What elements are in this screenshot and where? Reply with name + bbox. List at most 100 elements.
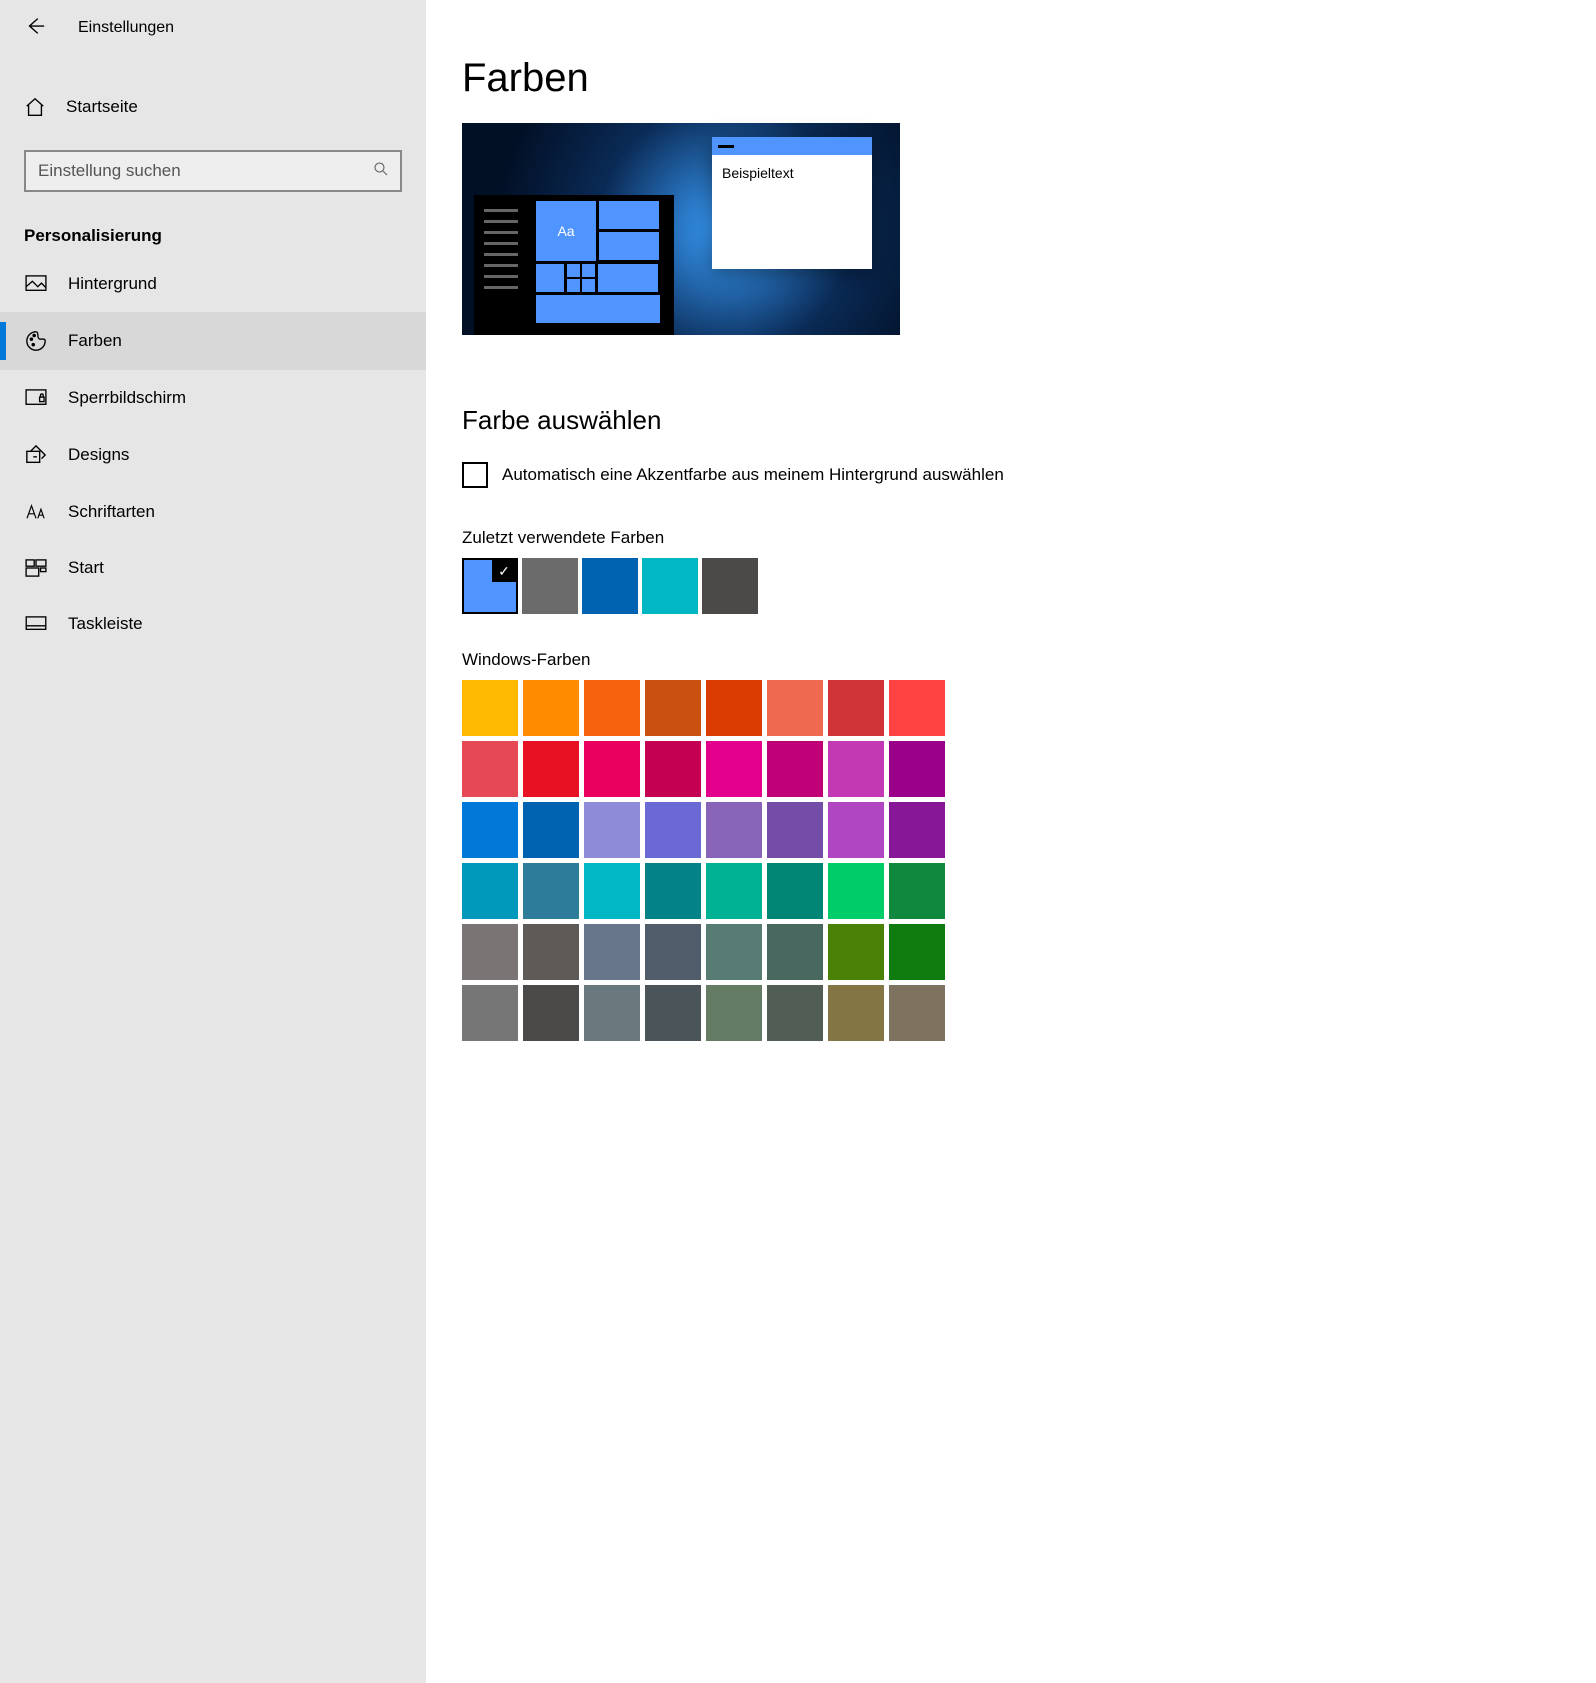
preview-start-menu: Aa xyxy=(474,195,674,335)
check-icon: ✓ xyxy=(492,560,516,582)
color-swatch[interactable] xyxy=(584,863,640,919)
theme-preview: Aa Beispieltext xyxy=(462,123,900,335)
home-label: Startseite xyxy=(66,97,138,117)
auto-accent-checkbox[interactable] xyxy=(462,462,488,488)
color-swatch[interactable] xyxy=(523,680,579,736)
color-swatch[interactable] xyxy=(889,863,945,919)
windows-colors-label: Windows-Farben xyxy=(462,650,1560,670)
color-swatch[interactable] xyxy=(767,741,823,797)
main-content: Farben Aa xyxy=(426,0,1596,1683)
auto-accent-label: Automatisch eine Akzentfarbe aus meinem … xyxy=(502,465,1004,485)
color-swatch[interactable] xyxy=(462,985,518,1041)
color-swatch[interactable] xyxy=(767,924,823,980)
color-swatch[interactable] xyxy=(706,680,762,736)
color-swatch[interactable] xyxy=(828,863,884,919)
color-swatch[interactable] xyxy=(462,863,518,919)
taskbar-icon xyxy=(24,616,48,632)
preview-sample-text: Beispieltext xyxy=(712,155,872,191)
color-swatch[interactable] xyxy=(645,802,701,858)
sidebar-item-colors[interactable]: Farben xyxy=(0,312,426,370)
recent-color-swatch[interactable] xyxy=(642,558,698,614)
recent-colors-row: ✓ xyxy=(462,558,1560,614)
color-swatch[interactable] xyxy=(706,863,762,919)
color-swatch[interactable] xyxy=(828,924,884,980)
color-swatch[interactable] xyxy=(767,863,823,919)
back-button[interactable] xyxy=(24,15,46,41)
color-swatch[interactable] xyxy=(767,985,823,1041)
auto-accent-row[interactable]: Automatisch eine Akzentfarbe aus meinem … xyxy=(462,462,1560,488)
color-swatch[interactable] xyxy=(584,985,640,1041)
color-swatch[interactable] xyxy=(706,924,762,980)
background-icon xyxy=(24,275,48,293)
color-swatch[interactable] xyxy=(645,985,701,1041)
color-swatch[interactable] xyxy=(523,985,579,1041)
sidebar-item-taskbar[interactable]: Taskleiste xyxy=(0,596,426,652)
color-swatch[interactable] xyxy=(828,802,884,858)
home-icon xyxy=(24,96,48,118)
sidebar-item-label: Taskleiste xyxy=(68,614,143,634)
color-swatch[interactable] xyxy=(645,741,701,797)
sidebar-item-fonts[interactable]: Schriftarten xyxy=(0,484,426,540)
recent-color-swatch[interactable] xyxy=(582,558,638,614)
recent-color-swatch[interactable]: ✓ xyxy=(462,558,518,614)
fonts-icon xyxy=(24,503,48,521)
nav-list: Hintergrund Farben Sperrbildschirm Designs S… xyxy=(0,256,426,652)
color-swatch[interactable] xyxy=(706,741,762,797)
color-swatch[interactable] xyxy=(462,680,518,736)
sidebar-item-background[interactable]: Hintergrund xyxy=(0,256,426,312)
sidebar-item-lockscreen[interactable]: Sperrbildschirm xyxy=(0,370,426,426)
recent-color-swatch[interactable] xyxy=(702,558,758,614)
color-swatch[interactable] xyxy=(828,741,884,797)
color-swatch[interactable] xyxy=(706,985,762,1041)
color-swatch[interactable] xyxy=(889,985,945,1041)
color-swatch[interactable] xyxy=(889,741,945,797)
color-swatch[interactable] xyxy=(767,680,823,736)
color-swatch[interactable] xyxy=(645,863,701,919)
start-icon xyxy=(24,559,48,577)
color-swatch[interactable] xyxy=(889,680,945,736)
sidebar-item-label: Sperrbildschirm xyxy=(68,388,186,408)
color-swatch[interactable] xyxy=(828,985,884,1041)
color-swatch[interactable] xyxy=(462,802,518,858)
color-swatch[interactable] xyxy=(767,802,823,858)
recent-color-swatch[interactable] xyxy=(522,558,578,614)
sidebar-item-start[interactable]: Start xyxy=(0,540,426,596)
color-swatch[interactable] xyxy=(584,680,640,736)
app-title: Einstellungen xyxy=(78,19,174,37)
color-swatch[interactable] xyxy=(462,741,518,797)
windows-colors-palette xyxy=(462,680,1560,1041)
color-swatch[interactable] xyxy=(645,924,701,980)
recent-colors-label: Zuletzt verwendete Farben xyxy=(462,528,1560,548)
sidebar-item-label: Designs xyxy=(68,445,129,465)
color-swatch[interactable] xyxy=(523,802,579,858)
color-swatch[interactable] xyxy=(889,924,945,980)
color-swatch[interactable] xyxy=(584,802,640,858)
color-swatch[interactable] xyxy=(584,741,640,797)
preview-tile-aa: Aa xyxy=(536,201,596,261)
color-swatch[interactable] xyxy=(523,741,579,797)
preview-window: Beispieltext xyxy=(712,137,872,269)
color-swatch[interactable] xyxy=(523,924,579,980)
search-box[interactable] xyxy=(24,150,402,192)
page-title: Farben xyxy=(462,56,1560,101)
color-swatch[interactable] xyxy=(584,924,640,980)
sidebar-item-label: Hintergrund xyxy=(68,274,157,294)
sidebar-item-label: Start xyxy=(68,558,104,578)
color-swatch[interactable] xyxy=(889,802,945,858)
home-button[interactable]: Startseite xyxy=(0,82,426,132)
section-title: Personalisierung xyxy=(0,192,426,256)
search-input[interactable] xyxy=(38,161,372,181)
title-bar: Einstellungen xyxy=(0,0,426,56)
color-swatch[interactable] xyxy=(523,863,579,919)
sidebar: Einstellungen Startseite Personalisierun… xyxy=(0,0,426,1683)
choose-color-title: Farbe auswählen xyxy=(462,405,1560,436)
sidebar-item-themes[interactable]: Designs xyxy=(0,426,426,484)
color-swatch[interactable] xyxy=(645,680,701,736)
color-swatch[interactable] xyxy=(828,680,884,736)
color-swatch[interactable] xyxy=(462,924,518,980)
sidebar-item-label: Farben xyxy=(68,331,122,351)
lockscreen-icon xyxy=(24,389,48,407)
color-swatch[interactable] xyxy=(706,802,762,858)
search-icon xyxy=(372,160,390,182)
sidebar-item-label: Schriftarten xyxy=(68,502,155,522)
